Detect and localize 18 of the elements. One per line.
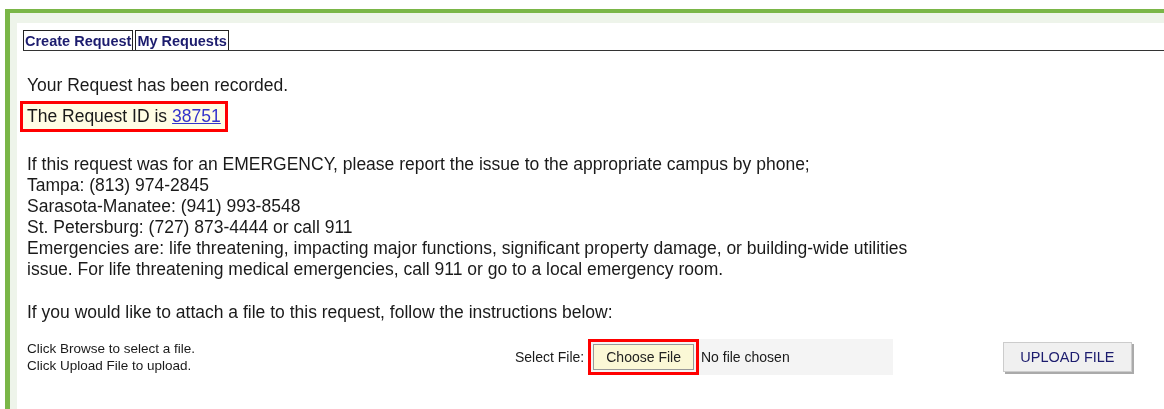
choose-file-button[interactable]: Choose File [593,344,694,370]
request-id-link[interactable]: 38751 [172,106,221,127]
upload-instruction: Click Upload File to upload. [27,357,193,374]
campus-phone: Sarasota-Manatee: (941) 993-8548 [27,196,302,217]
tab[interactable]: My Requests [135,30,229,50]
request-id-label: The Request ID is [27,106,168,127]
attach-instructions: If you would like to attach a file to this request, follow the instructions below: [27,302,614,323]
campus-phone: St. Petersburg: (727) 873-4444 or call 911 [27,217,354,238]
file-input[interactable]: Choose File No file chosen [588,339,894,375]
emergency-note: Emergencies are: life threatening, impacting major functions, significant property damage, or building-wide utilities issue. For life threatening medical emergencies, call 911 or go to a local emergency room. [27,238,909,280]
tab[interactable]: Create Request [23,30,134,50]
file-status: No file chosen [700,349,790,365]
select-file-label: Select File: [515,349,585,365]
emergency-intro: If this request was for an EMERGENCY, please report the issue to the appropriate campus by phone; [27,154,811,175]
campus-phone: Tampa: (813) 974-2845 [27,175,210,196]
upload-file-button[interactable]: UPLOAD FILE [1003,342,1132,372]
confirmation-text: Your Request has been recorded. [27,75,290,96]
upload-instruction: Click Browse to select a file. [27,340,197,357]
